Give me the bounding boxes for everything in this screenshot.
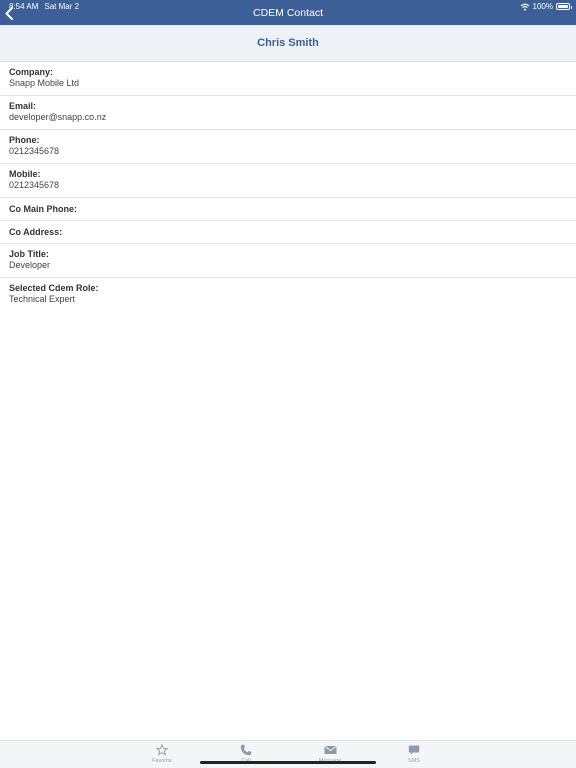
navigation-bar: 8:54 AM Sat Mar 2 CDEM Contact 100% — [0, 0, 576, 25]
phone-icon — [240, 744, 252, 756]
field-phone[interactable]: Phone: 0212345678 — [0, 130, 576, 164]
status-indicators: 100% — [520, 2, 572, 11]
home-indicator[interactable] — [200, 761, 376, 764]
field-value[interactable]: developer@snapp.co.nz — [9, 112, 567, 123]
wifi-icon — [520, 3, 529, 11]
field-mobile[interactable]: Mobile: 0212345678 — [0, 164, 576, 198]
field-label: Mobile: — [9, 169, 41, 179]
field-label: Company: — [9, 67, 54, 77]
field-value[interactable]: 0212345678 — [9, 146, 567, 157]
envelope-icon — [323, 745, 337, 754]
field-label: Phone: — [9, 135, 40, 145]
field-label: Job Title: — [9, 249, 49, 259]
contact-header: Chris Smith — [0, 25, 576, 62]
field-value: Technical Expert — [9, 294, 76, 304]
field-label: Email: — [9, 101, 37, 111]
tab-label: Favorite — [152, 758, 172, 764]
field-cdem-role: Selected Cdem Role: Technical Expert — [0, 278, 576, 312]
field-label: Selected Cdem Role: — [9, 283, 99, 293]
battery-icon — [556, 3, 572, 10]
page-title: CDEM Contact — [252, 7, 324, 19]
contact-details-list: Company: Snapp Mobile Ltd Email: develop… — [0, 62, 576, 312]
tab-label: SMS — [408, 758, 420, 764]
field-email[interactable]: Email: developer@snapp.co.nz — [0, 96, 576, 130]
contact-name: Chris Smith — [257, 37, 319, 49]
tab-sms[interactable]: SMS — [389, 744, 439, 764]
field-label: Co Main Phone: — [9, 204, 77, 214]
field-co-main-phone: Co Main Phone: — [0, 198, 576, 221]
battery-percent: 100% — [532, 2, 553, 11]
field-job-title: Job Title: Developer — [0, 244, 576, 278]
field-company: Company: Snapp Mobile Ltd — [0, 62, 576, 96]
chat-bubble-icon — [408, 745, 420, 755]
star-icon — [156, 744, 168, 756]
field-co-address: Co Address: — [0, 221, 576, 244]
field-value: Developer — [9, 260, 51, 270]
tab-bar: Favorite Call Message SMS — [0, 740, 576, 768]
field-value[interactable]: 0212345678 — [9, 180, 567, 191]
field-value: Snapp Mobile Ltd — [9, 78, 80, 88]
tab-favorite[interactable]: Favorite — [137, 744, 187, 764]
field-label: Co Address: — [9, 227, 63, 237]
